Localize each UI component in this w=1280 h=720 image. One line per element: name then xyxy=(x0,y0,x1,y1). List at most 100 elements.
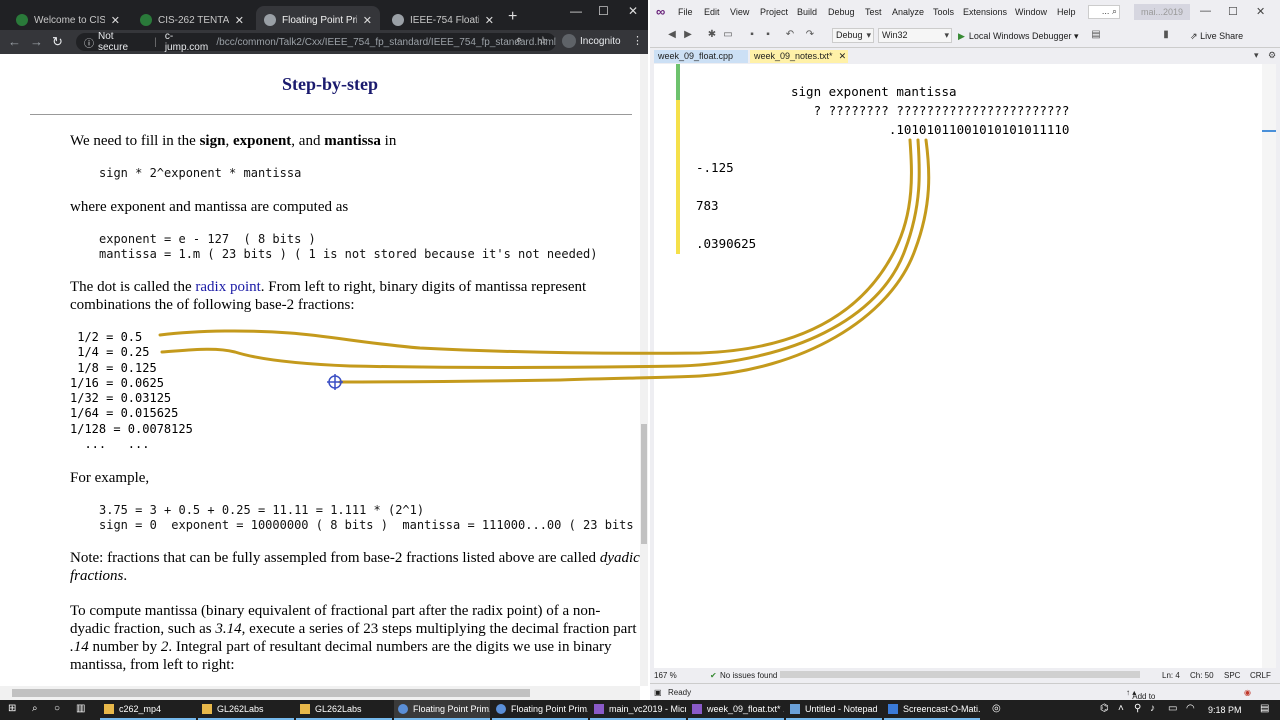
minimize-icon[interactable]: — xyxy=(570,4,582,18)
editor-horizontal-scrollbar[interactable] xyxy=(780,671,1140,678)
text-editor[interactable]: sign exponent mantissa ? ???????? ??????… xyxy=(654,64,1262,668)
live-share-button[interactable]: ⇗ Live Share xyxy=(1190,31,1243,42)
issues-indicator[interactable]: No issues found xyxy=(720,671,777,680)
tray-chevron-icon[interactable]: ˄ xyxy=(1118,703,1124,714)
forward-icon[interactable]: ▶ xyxy=(682,29,694,41)
taskbar-app[interactable]: week_09_float.txt* ... xyxy=(688,700,784,720)
save-icon[interactable]: ▪ xyxy=(746,29,758,41)
close-icon[interactable]: ✕ xyxy=(1256,5,1265,18)
settings-icon[interactable]: ⚙ xyxy=(1268,50,1276,61)
minimize-icon[interactable]: — xyxy=(1200,5,1211,17)
incognito-indicator[interactable]: Incognito xyxy=(562,34,621,48)
menu-project[interactable]: Project xyxy=(760,7,788,17)
back-icon[interactable]: ◀ xyxy=(666,29,678,41)
undo-icon[interactable]: ↶ xyxy=(784,29,796,41)
notification-icon[interactable]: ◉ xyxy=(1244,688,1251,697)
menu-build[interactable]: Build xyxy=(797,7,817,17)
redo-icon[interactable]: ↷ xyxy=(804,29,816,41)
battery-icon[interactable]: ▭ xyxy=(1168,703,1177,714)
recording-icon[interactable]: ◎ xyxy=(992,703,1001,714)
scroll-thumb[interactable] xyxy=(12,689,530,697)
usb-icon[interactable]: ⚲ xyxy=(1134,703,1141,714)
vs-search-box[interactable]: ... ⌕ xyxy=(1088,5,1120,19)
taskbar-app[interactable]: Untitled - Notepad xyxy=(786,700,882,720)
scroll-thumb[interactable] xyxy=(641,424,647,544)
source-control-button[interactable]: ↑ Add to Source Control ▴ xyxy=(1126,688,1158,719)
taskbar-app[interactable]: Screencast-O-Mati... xyxy=(884,700,980,720)
maximize-icon[interactable]: ☐ xyxy=(598,4,609,18)
windows-start-icon[interactable]: ⊞ xyxy=(8,703,16,714)
task-view-icon[interactable]: ▥ xyxy=(76,703,85,714)
close-icon[interactable]: ✕ xyxy=(111,14,120,27)
menu-test[interactable]: Test xyxy=(865,7,882,17)
security-label: Not secure xyxy=(98,31,129,53)
menu-analyze[interactable]: Analyze xyxy=(892,7,924,17)
line-number: Ln: 4 xyxy=(1162,671,1180,680)
configuration-dropdown[interactable]: Debug ▾ xyxy=(832,28,874,43)
toolbar-icon[interactable]: ▤ xyxy=(1090,29,1102,41)
forward-icon[interactable]: → xyxy=(30,34,43,49)
menu-window[interactable]: Window xyxy=(1015,7,1047,17)
address-bar[interactable]: ⓘ Not secure | c-jump.com /bcc/common/Ta… xyxy=(76,31,556,53)
menu-extensions[interactable]: Extensions xyxy=(963,7,1007,17)
globe-icon xyxy=(392,14,404,26)
taskbar-app[interactable]: main_vc2019 - Micr... xyxy=(590,700,686,720)
page-title: Step-by-step xyxy=(281,74,378,94)
taskbar-app[interactable]: GL262Labs xyxy=(296,700,392,720)
taskbar-app[interactable]: Floating Point Prim... xyxy=(492,700,588,720)
chrome-icon xyxy=(496,704,506,714)
notifications-icon[interactable]: ▤ xyxy=(1260,703,1269,714)
close-icon[interactable]: ✕ xyxy=(628,4,638,18)
notepad-icon xyxy=(790,704,800,714)
zoom-level[interactable]: 167 % xyxy=(654,671,677,680)
wifi-icon[interactable]: ◠ xyxy=(1186,703,1195,714)
menu-file[interactable]: File xyxy=(678,7,693,17)
maximize-icon[interactable]: ☐ xyxy=(1228,5,1238,18)
close-icon[interactable]: ✕ xyxy=(839,51,847,61)
menu-tools[interactable]: Tools xyxy=(933,7,954,17)
taskbar-app[interactable]: c262_mp4 xyxy=(100,700,196,720)
volume-icon[interactable]: ♪ xyxy=(1150,703,1155,714)
taskbar-app[interactable]: GL262Labs xyxy=(198,700,294,720)
save-all-icon[interactable]: ▪ xyxy=(762,29,774,41)
taskbar-app[interactable]: Floating Point Prim... xyxy=(394,700,490,720)
paragraph-compute-mantissa: To compute mantissa (binary equivalent o… xyxy=(70,603,637,673)
change-marker-unsaved xyxy=(676,100,680,254)
globe-icon xyxy=(264,14,276,26)
editor-vertical-scrollbar[interactable] xyxy=(1262,64,1276,668)
start-debugging-button[interactable]: ▶ Local Windows Debugger ▾ xyxy=(958,31,1079,42)
reload-icon[interactable]: ↻ xyxy=(52,34,63,50)
menu-edit[interactable]: Edit xyxy=(704,7,720,17)
menu-view[interactable]: View xyxy=(730,7,749,17)
star-icon[interactable]: ☆ xyxy=(538,34,548,47)
page-horizontal-scrollbar[interactable] xyxy=(0,686,640,700)
new-item-icon[interactable]: ✱ xyxy=(706,29,718,41)
page-vertical-scrollbar[interactable] xyxy=(640,54,648,686)
browser-toolbar: ← → ↻ ⓘ Not secure | c-jump.com /bcc/com… xyxy=(0,30,648,54)
tab-overflow-icon[interactable]: ▾ xyxy=(1254,50,1259,61)
open-folder-icon[interactable]: ▭ xyxy=(722,29,734,41)
close-icon[interactable]: ✕ xyxy=(363,14,372,27)
check-icon: ✔ xyxy=(710,671,717,680)
search-icon[interactable]: ⌕ xyxy=(32,703,38,714)
doc-tab-week-09-notes[interactable]: week_09_notes.txt* ✕ xyxy=(750,50,848,63)
editor-line: 783 xyxy=(696,198,719,213)
network-icon[interactable]: ⌬ xyxy=(1100,703,1109,714)
menu-debug[interactable]: Debug xyxy=(828,7,855,17)
taskbar-clock[interactable]: 9:18 PM xyxy=(1208,705,1242,715)
new-tab-button[interactable]: + xyxy=(508,8,517,26)
bookmark-icon[interactable]: ▮ xyxy=(1160,29,1172,41)
cortana-icon[interactable]: ○ xyxy=(54,703,60,714)
paragraph-dyadic: Note: fractions that can be fully assemp… xyxy=(70,550,640,584)
radix-point-link[interactable]: radix point xyxy=(195,279,260,295)
close-icon[interactable]: ✕ xyxy=(485,14,494,27)
close-icon[interactable]: ✕ xyxy=(235,14,244,27)
back-icon[interactable]: ← xyxy=(8,34,21,49)
code-exponent-mantissa: exponent = e - 127 ( 8 bits ) mantissa =… xyxy=(99,232,598,261)
zoom-icon[interactable]: ⌕ xyxy=(516,34,522,47)
line-ending: CRLF xyxy=(1250,671,1271,680)
doc-tab-week-09-float-cpp[interactable]: week_09_float.cpp xyxy=(654,50,748,63)
menu-help[interactable]: Help xyxy=(1057,7,1076,17)
menu-kebab-icon[interactable]: ⋮ xyxy=(632,34,643,47)
platform-dropdown[interactable]: Win32 ▾ xyxy=(878,28,952,43)
